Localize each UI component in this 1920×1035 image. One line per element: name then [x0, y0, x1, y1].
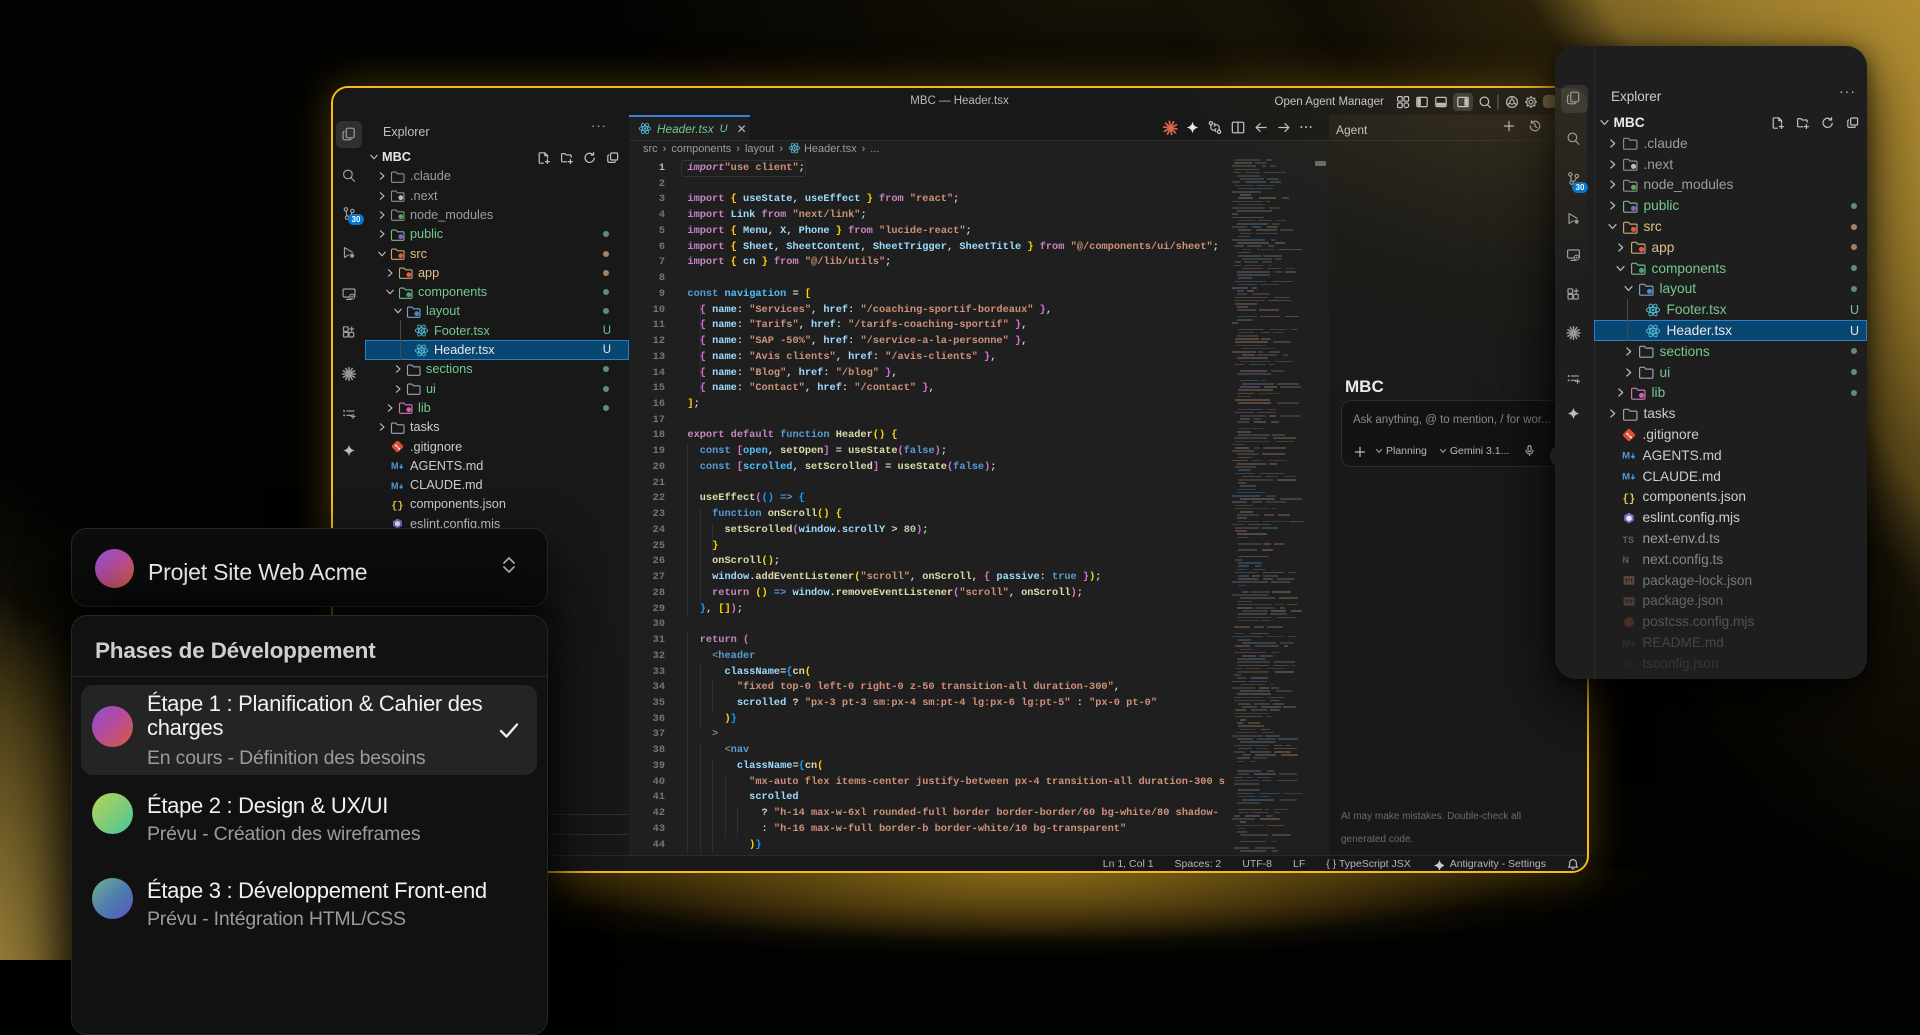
svg-text:M: M: [391, 481, 399, 491]
svg-text:TS: TS: [1622, 534, 1633, 544]
svg-text:M: M: [1622, 472, 1630, 483]
svg-text:{}: {}: [1622, 493, 1635, 505]
svg-text:TS: TS: [1622, 659, 1633, 669]
svg-text:M: M: [391, 461, 399, 471]
svg-text:N: N: [1622, 555, 1628, 565]
svg-text:{}: {}: [391, 500, 403, 512]
svg-text:M: M: [1622, 451, 1630, 462]
svg-text:M: M: [1622, 638, 1630, 649]
